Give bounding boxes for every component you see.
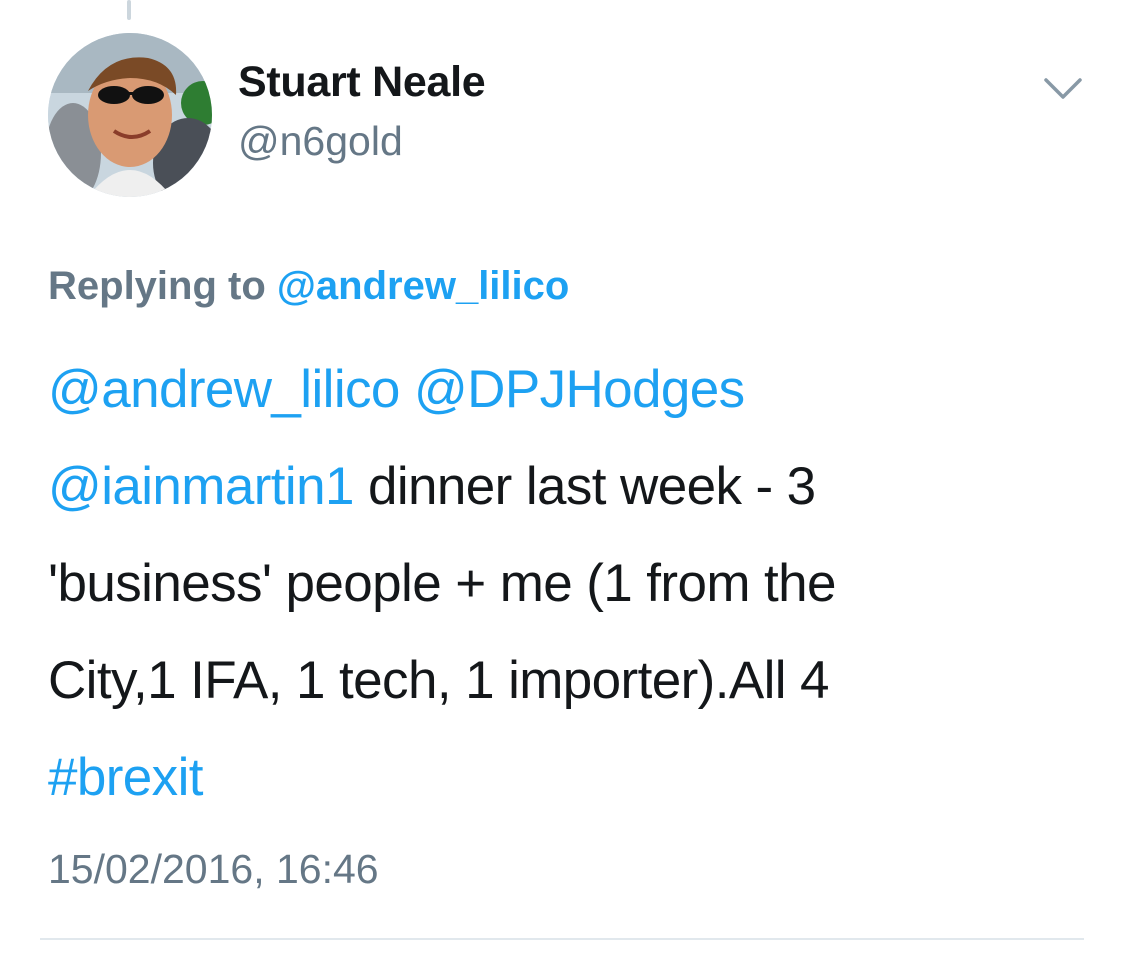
mention-link[interactable]: @iainmartin1 xyxy=(48,457,354,516)
tweet-text-segment: dinner last week - 3 xyxy=(353,457,816,516)
replying-to-link[interactable]: @andrew_lilico xyxy=(277,264,569,308)
tweet-text-segment xyxy=(400,360,414,419)
tweet-timestamp[interactable]: 15/02/2016, 16:46 xyxy=(48,846,379,893)
tweet-line: City,1 IFA, 1 tech, 1 importer).All 4 xyxy=(48,632,1048,729)
replying-to: Replying to @andrew_lilico xyxy=(48,264,569,309)
mention-link[interactable]: @andrew_lilico xyxy=(48,360,400,419)
tweet-text-segment: 'business' people + me (1 from the xyxy=(48,554,837,613)
tweet-line: @andrew_lilico @DPJHodges xyxy=(48,341,1048,438)
tweet-text-segment: City,1 IFA, 1 tech, 1 importer).All 4 xyxy=(48,651,830,710)
tweet-line: #brexit xyxy=(48,729,1048,826)
mention-link[interactable]: @DPJHodges xyxy=(414,360,745,419)
tweet-text: @andrew_lilico @DPJHodges @iainmartin1 di… xyxy=(48,341,1048,826)
chevron-down-icon[interactable] xyxy=(1040,70,1086,106)
hashtag-link[interactable]: #brexit xyxy=(48,748,203,807)
tweet-line: 'business' people + me (1 from the xyxy=(48,535,1048,632)
author-display-name[interactable]: Stuart Neale xyxy=(238,58,486,107)
tweet-line: @iainmartin1 dinner last week - 3 xyxy=(48,438,1048,535)
author-handle[interactable]: @n6gold xyxy=(238,118,403,165)
thread-connector-line xyxy=(127,0,131,20)
replying-to-label: Replying to xyxy=(48,264,266,308)
divider xyxy=(40,938,1084,940)
avatar-photo xyxy=(48,33,212,197)
avatar[interactable] xyxy=(48,33,212,197)
